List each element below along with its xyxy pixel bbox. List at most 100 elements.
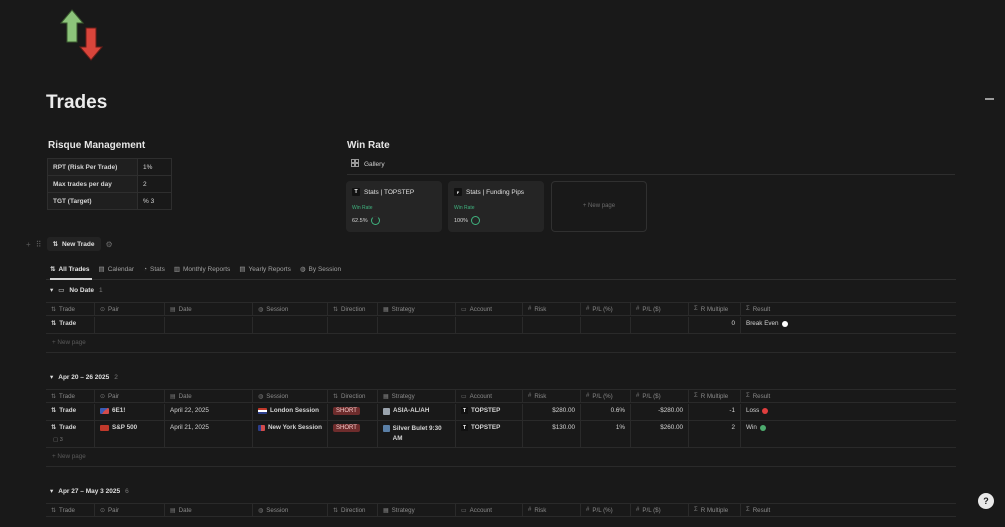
cell-trade[interactable]: ⇅ Trade bbox=[46, 404, 95, 420]
tab-yearly-reports[interactable]: ▤ Yearly Reports bbox=[239, 265, 291, 274]
new-page-row[interactable]: + New page bbox=[52, 453, 86, 460]
cell-pl-usd[interactable]: -$280.00 bbox=[631, 404, 689, 420]
col-header-r-multiple[interactable]: ΣR Multiple bbox=[689, 303, 741, 315]
table-row[interactable]: ⇅ Trade 0 Break Even bbox=[46, 317, 956, 334]
cell-direction[interactable] bbox=[328, 317, 378, 333]
col-header-account[interactable]: ▭ Account bbox=[456, 504, 523, 516]
cell-pl-usd[interactable] bbox=[631, 317, 689, 333]
chevron-down-icon[interactable]: ▾ bbox=[50, 373, 53, 381]
cell-account[interactable]: T TOPSTEP bbox=[456, 421, 523, 447]
tab-calendar[interactable]: ▤ Calendar bbox=[99, 265, 135, 274]
cell-direction[interactable]: SHORT bbox=[328, 404, 378, 420]
col-header-date[interactable]: ▤ Date bbox=[165, 504, 253, 516]
col-header-pl-pct[interactable]: # P/L (%) bbox=[581, 303, 631, 315]
cell-account[interactable] bbox=[456, 317, 523, 333]
cell-pair[interactable]: 6E1! bbox=[95, 404, 165, 420]
risk-label[interactable]: TGT (Target) bbox=[47, 192, 138, 210]
cell-risk[interactable]: $130.00 bbox=[523, 421, 581, 447]
col-header-pair[interactable]: ⊙ Pair bbox=[95, 303, 165, 315]
stats-card-topstep[interactable]: T Stats | TOPSTEP Win Rate 62.5% bbox=[346, 181, 442, 232]
col-header-risk[interactable]: # Risk bbox=[523, 303, 581, 315]
col-header-trade[interactable]: ⇅ Trade bbox=[46, 390, 95, 402]
col-header-session[interactable]: ◍ Session bbox=[253, 303, 328, 315]
col-header-pl-pct[interactable]: # P/L (%) bbox=[581, 390, 631, 402]
col-header-direction[interactable]: ⇅ Direction bbox=[328, 303, 378, 315]
col-header-session[interactable]: ◍ Session bbox=[253, 390, 328, 402]
cell-result[interactable]: Loss bbox=[741, 404, 798, 420]
col-header-risk[interactable]: # Risk bbox=[523, 390, 581, 402]
col-header-pair[interactable]: ⊙ Pair bbox=[95, 504, 165, 516]
cell-pl-usd[interactable]: $260.00 bbox=[631, 421, 689, 447]
col-header-pair[interactable]: ⊙ Pair bbox=[95, 390, 165, 402]
gallery-view-tab[interactable]: Gallery bbox=[351, 159, 385, 169]
cell-date[interactable]: April 22, 2025 bbox=[165, 404, 253, 420]
col-header-pl-pct[interactable]: # P/L (%) bbox=[581, 504, 631, 516]
col-header-result[interactable]: Σ Result bbox=[741, 303, 798, 315]
table-row[interactable]: ⇅ Trade S&P 500 April 21, 2025 New York S… bbox=[46, 421, 956, 448]
outline-toggle-icon[interactable] bbox=[985, 98, 994, 100]
col-header-trade[interactable]: ⇅ Trade bbox=[46, 504, 95, 516]
col-header-direction[interactable]: ⇅ Direction bbox=[328, 504, 378, 516]
col-header-strategy[interactable]: ▦ Strategy bbox=[378, 303, 456, 315]
chevron-down-icon[interactable]: ▾ bbox=[50, 286, 53, 294]
table-row[interactable]: ⇅ Trade 6E1! April 22, 2025 London Sessio… bbox=[46, 404, 956, 421]
col-header-r-multiple[interactable]: ΣR Multiple bbox=[689, 390, 741, 402]
cell-r-multiple[interactable]: 2 bbox=[689, 421, 741, 447]
risk-value[interactable]: 2 bbox=[137, 175, 172, 193]
col-header-result[interactable]: Σ Result bbox=[741, 504, 798, 516]
new-page-row[interactable]: + New page bbox=[52, 339, 86, 346]
page-icon[interactable] bbox=[58, 8, 106, 64]
cell-pl-pct[interactable]: 1% bbox=[581, 421, 631, 447]
cell-pl-pct[interactable] bbox=[581, 317, 631, 333]
risk-label[interactable]: RPT (Risk Per Trade) bbox=[47, 158, 138, 176]
group-header-apr-20-26[interactable]: ▾ Apr 20 – 26 2025 2 bbox=[50, 373, 118, 382]
col-header-session[interactable]: ◍ Session bbox=[253, 504, 328, 516]
cell-date[interactable] bbox=[165, 317, 253, 333]
cell-direction[interactable]: SHORT bbox=[328, 421, 378, 447]
cell-session[interactable]: London Session bbox=[253, 404, 328, 420]
cell-risk[interactable] bbox=[523, 317, 581, 333]
col-header-trade[interactable]: ⇅ Trade bbox=[46, 303, 95, 315]
cell-session[interactable]: New York Session bbox=[253, 421, 328, 447]
tab-stats[interactable]: ◔ Stats bbox=[143, 265, 165, 273]
col-header-date[interactable]: ▤ Date bbox=[165, 390, 253, 402]
cell-r-multiple[interactable]: -1 bbox=[689, 404, 741, 420]
col-header-date[interactable]: ▤ Date bbox=[165, 303, 253, 315]
stats-card-funding-pips[interactable]: F Stats | Funding Pips Win Rate 100% bbox=[448, 181, 544, 232]
tab-all-trades[interactable]: ⇅ All Trades bbox=[50, 265, 90, 274]
cell-trade[interactable]: ⇅ Trade bbox=[46, 317, 95, 333]
col-header-strategy[interactable]: ▦ Strategy bbox=[378, 504, 456, 516]
cell-result[interactable]: Break Even bbox=[741, 317, 798, 333]
cell-pair[interactable]: S&P 500 bbox=[95, 421, 165, 447]
cell-pl-pct[interactable]: 0.6% bbox=[581, 404, 631, 420]
help-icon[interactable]: ? bbox=[978, 493, 994, 509]
cell-account[interactable]: T TOPSTEP bbox=[456, 404, 523, 420]
cell-date[interactable]: April 21, 2025 bbox=[165, 421, 253, 447]
cell-session[interactable] bbox=[253, 317, 328, 333]
cell-pair[interactable] bbox=[95, 317, 165, 333]
col-header-strategy[interactable]: ▦ Strategy bbox=[378, 390, 456, 402]
col-header-account[interactable]: ▭ Account bbox=[456, 303, 523, 315]
risk-value[interactable]: % 3 bbox=[137, 192, 172, 210]
cell-r-multiple[interactable]: 0 bbox=[689, 317, 741, 333]
col-header-pl-usd[interactable]: # P/L ($) bbox=[631, 390, 689, 402]
tab-by-session[interactable]: ◍ By Session bbox=[300, 265, 341, 274]
col-header-pl-usd[interactable]: # P/L ($) bbox=[631, 303, 689, 315]
group-header-no-date[interactable]: ▾ ▭ No Date 1 bbox=[50, 286, 103, 295]
col-header-r-multiple[interactable]: ΣR Multiple bbox=[689, 504, 741, 516]
drag-handle-icon[interactable]: ⠿ bbox=[36, 240, 42, 249]
tab-monthly-reports[interactable]: ▥ Monthly Reports bbox=[174, 265, 230, 274]
cell-result[interactable]: Win bbox=[741, 421, 798, 447]
col-header-pl-usd[interactable]: # P/L ($) bbox=[631, 504, 689, 516]
settings-icon[interactable]: ⚙ bbox=[106, 240, 113, 249]
cell-risk[interactable]: $280.00 bbox=[523, 404, 581, 420]
group-header-apr-27-may-3[interactable]: ▾ Apr 27 – May 3 2025 6 bbox=[50, 487, 129, 496]
cell-trade[interactable]: ⇅ Trade bbox=[46, 421, 95, 447]
chevron-down-icon[interactable]: ▾ bbox=[50, 487, 53, 495]
comment-count[interactable]: ▢ 3 bbox=[53, 437, 63, 443]
gallery-new-page-card[interactable]: + New page bbox=[551, 181, 647, 232]
col-header-account[interactable]: ▭ Account bbox=[456, 390, 523, 402]
add-block-icon[interactable]: + bbox=[26, 240, 31, 249]
risk-label[interactable]: Max trades per day bbox=[47, 175, 138, 193]
col-header-risk[interactable]: # Risk bbox=[523, 504, 581, 516]
